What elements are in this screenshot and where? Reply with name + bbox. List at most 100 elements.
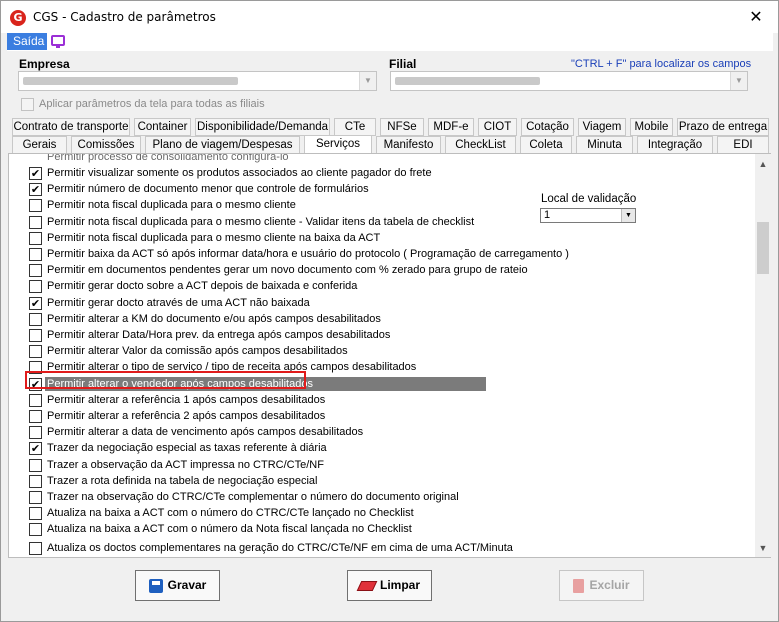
param-checkbox[interactable] bbox=[29, 248, 42, 261]
list-item[interactable]: Trazer a rota definida na tabela de nego… bbox=[9, 474, 754, 490]
tab-minuta[interactable]: Minuta bbox=[576, 136, 633, 154]
tab-prazo-entrega[interactable]: Prazo de entrega bbox=[677, 118, 769, 136]
scroll-down-icon[interactable]: ▼ bbox=[755, 540, 771, 556]
tab-integracao[interactable]: Integração bbox=[637, 136, 713, 154]
list-item[interactable]: Permitir alterar a referência 2 após cam… bbox=[9, 409, 754, 425]
param-checkbox[interactable] bbox=[29, 459, 42, 472]
chevron-down-icon[interactable]: ▼ bbox=[730, 72, 747, 90]
close-button[interactable]: ✕ bbox=[741, 5, 771, 29]
tab-viagem[interactable]: Viagem bbox=[578, 118, 626, 136]
list-item[interactable]: Atualiza na baixa a ACT com o número da … bbox=[9, 522, 754, 538]
param-checkbox[interactable] bbox=[29, 394, 42, 407]
button-bar: Gravar Limpar Excluir bbox=[1, 561, 778, 621]
list-item[interactable]: ✔ Permitir visualizar somente os produtos… bbox=[9, 166, 754, 182]
chevron-down-icon[interactable]: ▼ bbox=[621, 209, 635, 222]
param-checkbox[interactable] bbox=[29, 345, 42, 358]
list-item[interactable]: Permitir nota fiscal duplicada para o me… bbox=[9, 231, 754, 247]
list-item[interactable]: Atualiza na baixa a ACT com o número do … bbox=[9, 506, 754, 522]
list-item[interactable]: ✔ Permitir gerar docto através de uma ACT… bbox=[9, 296, 754, 312]
param-checkbox[interactable]: ✔ bbox=[29, 442, 42, 455]
list-item-label: Permitir alterar Data/Hora prev. da entr… bbox=[47, 329, 391, 341]
list-item[interactable]: Trazer a observação da ACT impressa no C… bbox=[9, 458, 754, 474]
param-checkbox[interactable] bbox=[29, 264, 42, 277]
param-checkbox[interactable] bbox=[29, 199, 42, 212]
list-item[interactable]: Permitir gerar docto sobre a ACT depois … bbox=[9, 279, 754, 295]
gravar-button[interactable]: Gravar bbox=[135, 570, 220, 601]
list-item[interactable]: Permitir baixa da ACT só após informar d… bbox=[9, 247, 754, 263]
tab-manifesto[interactable]: Manifesto bbox=[376, 136, 441, 154]
tab-servicos[interactable]: Serviços bbox=[304, 135, 372, 154]
tab-contrato-transporte[interactable]: Contrato de transporte bbox=[12, 118, 130, 136]
filial-select[interactable]: ▼ bbox=[390, 71, 748, 91]
tab-gerais[interactable]: Gerais bbox=[12, 136, 67, 154]
parameters-list: Permitir processo de consolidamento conf… bbox=[9, 154, 754, 557]
list-item[interactable]: Permitir alterar a referência 1 após cam… bbox=[9, 393, 754, 409]
param-checkbox[interactable] bbox=[29, 313, 42, 326]
list-item-label: Permitir alterar a data de vencimento ap… bbox=[47, 426, 364, 438]
list-item-label: Permitir gerar docto através de uma ACT … bbox=[47, 297, 310, 309]
tab-cte[interactable]: CTe bbox=[334, 118, 376, 136]
trash-icon bbox=[573, 578, 585, 593]
param-checkbox[interactable] bbox=[29, 216, 42, 229]
list-item[interactable]: Trazer na observação do CTRC/CTe complem… bbox=[9, 490, 754, 506]
list-item[interactable]: Permitir nota fiscal duplicada para o me… bbox=[9, 215, 754, 231]
list-item[interactable]: Permitir alterar a KM do documento e/ou … bbox=[9, 312, 754, 328]
tab-container[interactable]: Container bbox=[134, 118, 191, 136]
window-title: CGS - Cadastro de parâmetros bbox=[33, 10, 216, 24]
param-checkbox[interactable] bbox=[29, 426, 42, 439]
param-checkbox[interactable] bbox=[29, 542, 42, 555]
list-item-label: Permitir em documentos pendentes gerar u… bbox=[47, 264, 528, 276]
param-checkbox[interactable] bbox=[29, 232, 42, 245]
list-item[interactable]: Permitir alterar Data/Hora prev. da entr… bbox=[9, 328, 754, 344]
scroll-up-icon[interactable]: ▲ bbox=[755, 156, 771, 172]
param-checkbox[interactable] bbox=[29, 410, 42, 423]
local-validacao-select[interactable]: 1 ▼ bbox=[540, 208, 636, 223]
list-item[interactable]: ✔ Permitir número de documento menor que … bbox=[9, 182, 754, 198]
list-item-label: Permitir baixa da ACT só após informar d… bbox=[47, 248, 569, 260]
list-item-label: Permitir alterar Valor da comissão após … bbox=[47, 345, 348, 357]
list-item-label: Permitir alterar a KM do documento e/ou … bbox=[47, 313, 381, 325]
list-item[interactable]: Permitir nota fiscal duplicada para o me… bbox=[9, 198, 754, 214]
tab-cotacao[interactable]: Cotação bbox=[521, 118, 574, 136]
excluir-button[interactable]: Excluir bbox=[559, 570, 644, 601]
param-checkbox[interactable]: ✔ bbox=[29, 297, 42, 310]
tab-comissoes[interactable]: Comissões bbox=[71, 136, 141, 154]
tab-mobile[interactable]: Mobile bbox=[630, 118, 673, 136]
param-checkbox[interactable] bbox=[29, 491, 42, 504]
param-checkbox[interactable] bbox=[29, 507, 42, 520]
tab-edi[interactable]: EDI bbox=[717, 136, 769, 154]
param-checkbox[interactable] bbox=[29, 329, 42, 342]
list-item[interactable]: ✔ Trazer da negociação especial as taxas … bbox=[9, 441, 754, 457]
title-bar: G CGS - Cadastro de parâmetros ✕ bbox=[1, 1, 778, 33]
apply-all-checkbox[interactable] bbox=[21, 98, 34, 111]
tab-nfse[interactable]: NFSe bbox=[380, 118, 424, 136]
list-item-label: Trazer na observação do CTRC/CTe complem… bbox=[47, 491, 459, 503]
tab-disponibilidade[interactable]: Disponibilidade/Demanda bbox=[195, 118, 330, 136]
list-item[interactable]: Permitir alterar a data de vencimento ap… bbox=[9, 425, 754, 441]
param-checkbox[interactable] bbox=[29, 475, 42, 488]
chevron-down-icon[interactable]: ▼ bbox=[359, 72, 376, 90]
limpar-button[interactable]: Limpar bbox=[347, 570, 432, 601]
monitor-icon[interactable] bbox=[51, 35, 65, 48]
param-checkbox[interactable]: ✔ bbox=[29, 167, 42, 180]
menu-saida[interactable]: Saída bbox=[7, 33, 47, 50]
save-icon bbox=[148, 578, 163, 593]
list-item[interactable]: Permitir em documentos pendentes gerar u… bbox=[9, 263, 754, 279]
param-checkbox[interactable]: ✔ bbox=[29, 183, 42, 196]
param-checkbox[interactable] bbox=[29, 280, 42, 293]
tab-ciot[interactable]: CIOT bbox=[478, 118, 517, 136]
vertical-scrollbar[interactable]: ▲ ▼ bbox=[755, 154, 771, 557]
local-validacao-value: 1 bbox=[544, 209, 551, 221]
tab-checklist[interactable]: CheckList bbox=[445, 136, 516, 154]
servicos-panel: Permitir processo de consolidamento conf… bbox=[8, 153, 771, 558]
scroll-thumb[interactable] bbox=[757, 222, 769, 274]
empresa-select[interactable]: ▼ bbox=[18, 71, 377, 91]
param-checkbox[interactable] bbox=[29, 523, 42, 536]
list-item[interactable]: Permitir alterar Valor da comissão após … bbox=[9, 344, 754, 360]
local-validacao-label: Local de validação bbox=[541, 193, 637, 205]
list-item[interactable]: Atualiza os doctos complementares na ger… bbox=[9, 541, 754, 557]
empresa-value-redacted bbox=[23, 77, 238, 85]
tab-coleta[interactable]: Coleta bbox=[520, 136, 572, 154]
tab-plano-viagem[interactable]: Plano de viagem/Despesas bbox=[145, 136, 300, 154]
tab-mdfe[interactable]: MDF-e bbox=[428, 118, 474, 136]
